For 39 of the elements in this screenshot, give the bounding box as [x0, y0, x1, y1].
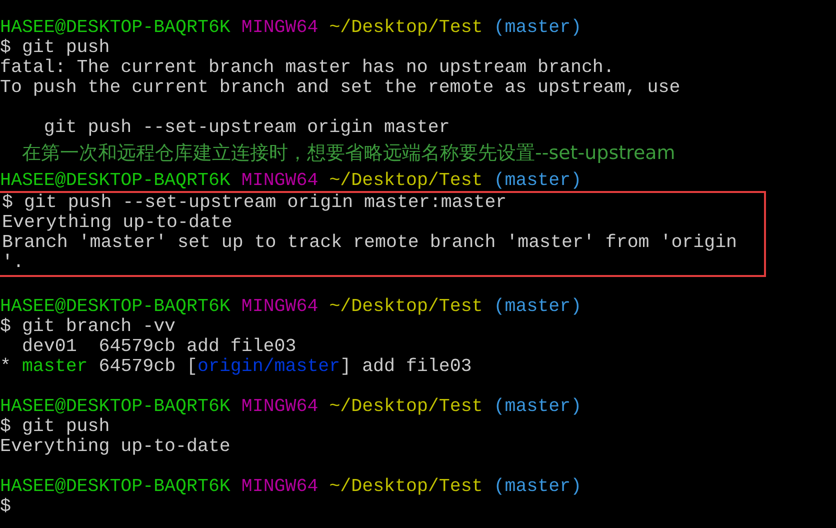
terminal-output: dev01 64579cb add file03 — [20, 337, 296, 357]
prompt-branch: (master) — [494, 477, 582, 497]
terminal-output: Branch 'master' set up to track remote branch 'master' from 'origin — [2, 233, 738, 253]
terminal-output: To push the current branch and set the remote as upstream, use — [0, 78, 680, 98]
command-line: $ git push — [0, 38, 110, 58]
terminal-output: '. — [2, 253, 24, 273]
output-text: master — [22, 357, 88, 377]
prompt-branch: (master) — [494, 297, 582, 317]
terminal-output: fatal: The current branch master has no upstream branch. — [0, 58, 614, 78]
output-text: origin/master — [198, 357, 340, 377]
command-line: $ git push --set-upstream origin master:master — [2, 193, 507, 213]
prompt-system: MINGW64 — [241, 171, 318, 191]
terminal-output: Everything up-to-date — [0, 437, 230, 457]
output-text: * — [0, 357, 12, 377]
prompt-branch: (master) — [494, 397, 582, 417]
prompt-path: ~/Desktop/Test — [329, 397, 483, 417]
terminal-output: git push --set-upstream origin master — [42, 118, 450, 138]
prompt-branch: (master) — [494, 18, 582, 38]
output-text: ] add file03 — [340, 357, 472, 377]
prompt-user: HASEE@DESKTOP-BAQRT6K — [0, 477, 230, 497]
command-line: $ git branch -vv — [0, 317, 176, 337]
prompt-user: HASEE@DESKTOP-BAQRT6K — [0, 397, 230, 417]
prompt-system: MINGW64 — [241, 18, 318, 38]
prompt-path: ~/Desktop/Test — [329, 171, 483, 191]
annotation-text: 在第一次和远程仓库建立连接时，想要省略远端名称要先设置--set-upstream — [22, 141, 676, 166]
prompt-system: MINGW64 — [241, 477, 318, 497]
command-line: $ — [0, 497, 11, 517]
prompt-user: HASEE@DESKTOP-BAQRT6K — [0, 297, 230, 317]
terminal-output: Everything up-to-date — [2, 213, 232, 233]
prompt-user: HASEE@DESKTOP-BAQRT6K — [0, 18, 230, 38]
prompt-path: ~/Desktop/Test — [329, 477, 483, 497]
prompt-user: HASEE@DESKTOP-BAQRT6K — [0, 171, 230, 191]
prompt-branch: (master) — [494, 171, 582, 191]
output-text: 64579cb [ — [98, 357, 198, 377]
prompt-path: ~/Desktop/Test — [329, 18, 483, 38]
prompt-system: MINGW64 — [241, 297, 318, 317]
prompt-path: ~/Desktop/Test — [329, 297, 483, 317]
prompt-system: MINGW64 — [241, 397, 318, 417]
command-line: $ git push — [0, 417, 110, 437]
